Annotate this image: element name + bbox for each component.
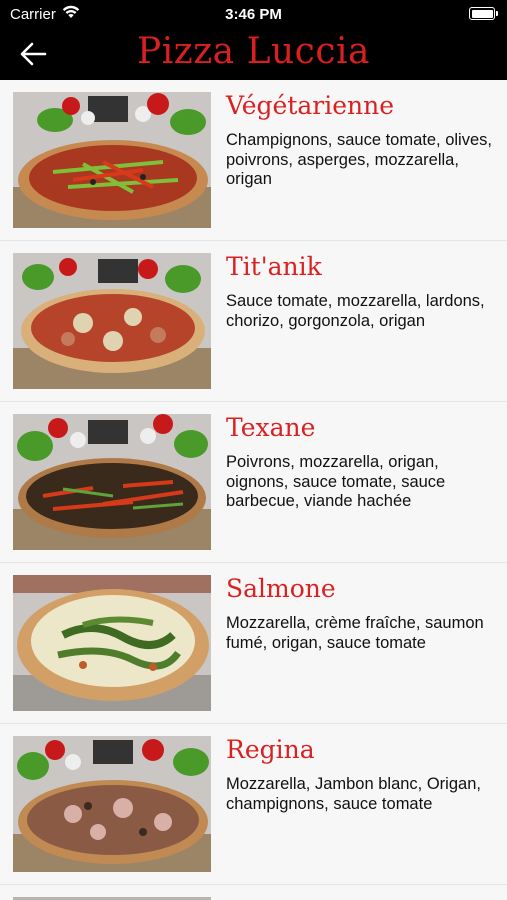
pizza-row[interactable]: Texane Poivrons, mozzarella, origan, oig… [0,402,507,563]
pizza-description: Mozzarella, crème fraîche, saumon fumé, … [226,614,484,652]
clock: 3:46 PM [225,6,282,23]
pizza-name: Végétarienne [226,91,395,120]
pizza-photo [13,92,211,228]
pizza-description: Sauce tomate, mozzarella, lardons, chori… [226,292,485,330]
pizza-photo [13,414,211,550]
pizza-row-partial[interactable] [0,885,507,900]
pizza-photo [13,575,211,711]
pizza-row[interactable]: Regina Mozzarella, Jambon blanc, Origan,… [0,724,507,885]
pizza-row[interactable]: Tit'anik Sauce tomate, mozzarella, lardo… [0,241,507,402]
pizza-row[interactable]: Végétarienne Champignons, sauce tomate, … [0,80,507,241]
pizza-name: Regina [226,735,315,764]
pizza-name: Tit'anik [226,252,322,281]
status-bar: Carrier 3:46 PM [0,0,507,28]
pizza-photo [13,736,211,872]
pizza-row[interactable]: Salmone Mozzarella, crème fraîche, saumo… [0,563,507,724]
pizza-name: Salmone [226,574,336,603]
pizza-description: Champignons, sauce tomate, olives, poivr… [226,131,492,188]
pizza-description: Poivrons, mozzarella, origan, oignons, s… [226,453,446,510]
page-title: Pizza Luccia [137,31,370,72]
pizza-photo [13,253,211,389]
pizza-description: Mozzarella, Jambon blanc, Origan, champi… [226,775,481,813]
pizza-list: Végétarienne Champignons, sauce tomate, … [0,80,507,900]
navigation-bar: Pizza Luccia [0,28,507,80]
pizza-name: Texane [226,413,316,442]
battery-icon [469,7,498,20]
